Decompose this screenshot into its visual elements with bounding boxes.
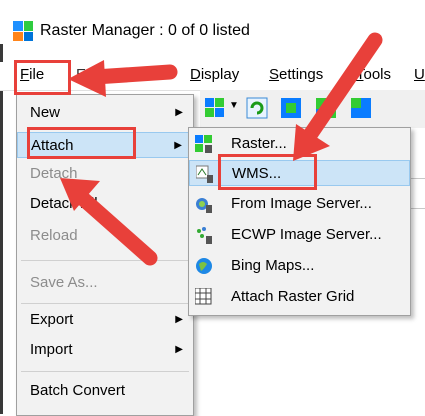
- raster-grid-toolbar-icon[interactable]: [204, 97, 226, 119]
- menu-item-reload[interactable]: Reload: [17, 223, 193, 249]
- menu-item-import[interactable]: Import ▶: [17, 337, 193, 363]
- raster-icon: [195, 135, 212, 153]
- raster-grid-icon: [195, 288, 212, 305]
- menu-item-from-image-server[interactable]: From Image Server...: [189, 191, 410, 217]
- menu-item-export[interactable]: Export ▶: [17, 307, 193, 333]
- menu-item-detach-all[interactable]: Detach All: [17, 191, 193, 217]
- menu-edit[interactable]: Edit: [76, 66, 102, 83]
- submenu-arrow-icon: ▶: [175, 314, 183, 325]
- annotation-box-attach: [27, 127, 136, 159]
- raster-icon-2[interactable]: [280, 97, 302, 119]
- menu-separator: [21, 371, 189, 372]
- menu-separator: [21, 303, 189, 304]
- menu-separator: [21, 260, 189, 261]
- dropdown-arrow-icon[interactable]: ▼: [229, 100, 239, 111]
- raster-icon-4[interactable]: [350, 97, 372, 119]
- menu-tools[interactable]: Tools: [356, 66, 391, 83]
- submenu-arrow-icon: ▶: [175, 107, 183, 118]
- submenu-arrow-icon: ▶: [174, 140, 182, 151]
- annotation-box-file: [14, 60, 71, 95]
- menu-item-attach-raster-grid[interactable]: Attach Raster Grid: [189, 284, 410, 310]
- menu-item-save-as[interactable]: Save As...: [17, 270, 193, 296]
- menu-item-batch-convert[interactable]: Batch Convert: [17, 378, 193, 404]
- menu-item-ecwp-image-server[interactable]: ECWP Image Server...: [189, 222, 410, 248]
- submenu-arrow-icon: ▶: [175, 344, 183, 355]
- menu-u[interactable]: U: [414, 66, 425, 83]
- title-bar: Raster Manager : 0 of 0 listed: [0, 0, 425, 44]
- toolbar: ▼: [200, 90, 425, 128]
- menu-item-bing-maps[interactable]: Bing Maps...: [189, 253, 410, 279]
- refresh-icon[interactable]: [246, 97, 268, 119]
- annotation-box-wms: [218, 154, 317, 190]
- menu-display[interactable]: Display: [190, 66, 239, 83]
- window-title: Raster Manager : 0 of 0 listed: [40, 22, 250, 39]
- raster-icon-3[interactable]: [315, 97, 337, 119]
- menu-item-new[interactable]: New ▶: [17, 100, 193, 126]
- menu-item-detach[interactable]: Detach: [17, 161, 193, 187]
- image-server-icon: [196, 198, 212, 213]
- menu-view[interactable]: View: [131, 66, 163, 83]
- wms-icon: [196, 165, 213, 183]
- menu-settings[interactable]: Settings: [269, 66, 323, 83]
- ecwp-icon: [197, 227, 212, 244]
- raster-manager-app-icon: [13, 21, 33, 41]
- bing-maps-icon: [196, 258, 212, 274]
